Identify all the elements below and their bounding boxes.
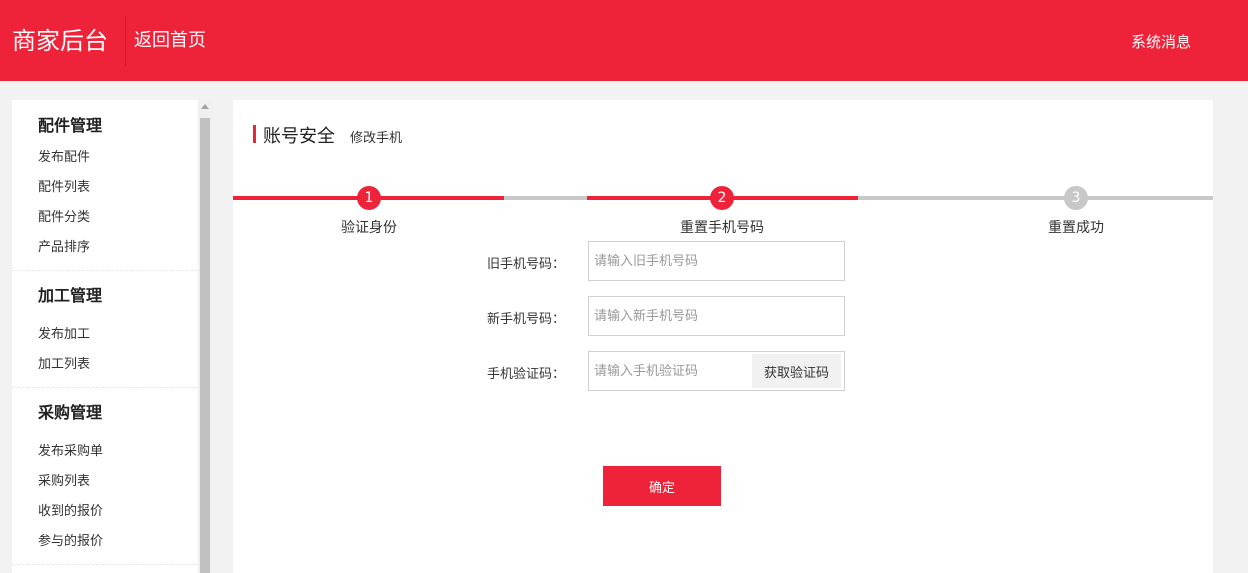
- step-2-badge: 2: [710, 186, 734, 210]
- sidebar-item-publish-processing[interactable]: 发布加工: [38, 323, 90, 342]
- old-phone-input[interactable]: [588, 241, 845, 281]
- confirm-button[interactable]: 确定: [603, 466, 721, 506]
- sidebar-item-publish-purchase[interactable]: 发布采购单: [38, 440, 103, 459]
- step-3-badge: 3: [1064, 186, 1088, 210]
- sidebar-scrollbar[interactable]: [198, 100, 212, 573]
- verification-code-label: 手机验证码：: [486, 367, 565, 382]
- sidebar-item-publish-part[interactable]: 发布配件: [38, 146, 90, 165]
- sidebar-item-joined-quotes[interactable]: 参与的报价: [38, 530, 103, 549]
- sidebar-separator: [12, 270, 198, 271]
- old-phone-label: 旧手机号码：: [486, 257, 565, 272]
- sidebar-item-processing-list[interactable]: 加工列表: [38, 353, 90, 372]
- main-panel: 账号安全 修改手机 1 2 3 验证身份 重置手机号码 重置成功 旧手机号码： …: [233, 100, 1213, 573]
- brand-title: 商家后台: [12, 27, 108, 55]
- back-home-link[interactable]: 返回首页: [134, 28, 206, 54]
- sidebar-item-received-quotes[interactable]: 收到的报价: [38, 500, 103, 519]
- step-progress-line-pending: [504, 196, 587, 200]
- step-progress-line-pending: [858, 196, 1213, 200]
- sidebar-item-product-sort[interactable]: 产品排序: [38, 236, 90, 255]
- get-code-button[interactable]: 获取验证码: [752, 354, 841, 388]
- top-bar: 商家后台 返回首页 系统消息: [0, 0, 1248, 81]
- sidebar: 配件管理 发布配件 配件列表 配件分类 产品排序 加工管理 发布加工 加工列表 …: [12, 100, 198, 573]
- scroll-up-arrow-icon[interactable]: [201, 104, 209, 109]
- sidebar-separator: [12, 564, 198, 565]
- step-1-badge: 1: [357, 186, 381, 210]
- step-1-label: 验证身份: [341, 220, 397, 236]
- title-accent-bar: [253, 125, 256, 143]
- new-phone-input[interactable]: [588, 296, 845, 336]
- sidebar-item-part-category[interactable]: 配件分类: [38, 206, 90, 225]
- sidebar-group-title-parts: 配件管理: [38, 116, 103, 135]
- step-2-label: 重置手机号码: [680, 220, 764, 236]
- sidebar-separator: [12, 387, 198, 388]
- new-phone-label: 新手机号码：: [486, 312, 565, 327]
- sidebar-item-purchase-list[interactable]: 采购列表: [38, 470, 90, 489]
- page-title: 账号安全: [263, 126, 335, 147]
- sidebar-item-part-list[interactable]: 配件列表: [38, 176, 90, 195]
- header-divider: [125, 16, 126, 66]
- scrollbar-thumb[interactable]: [200, 118, 210, 573]
- sidebar-group-title-purchase: 采购管理: [38, 403, 103, 422]
- system-messages-link[interactable]: 系统消息: [1131, 31, 1191, 53]
- page-subtitle: 修改手机: [350, 131, 403, 146]
- sidebar-group-title-processing: 加工管理: [38, 286, 103, 305]
- step-3-label: 重置成功: [1048, 220, 1104, 236]
